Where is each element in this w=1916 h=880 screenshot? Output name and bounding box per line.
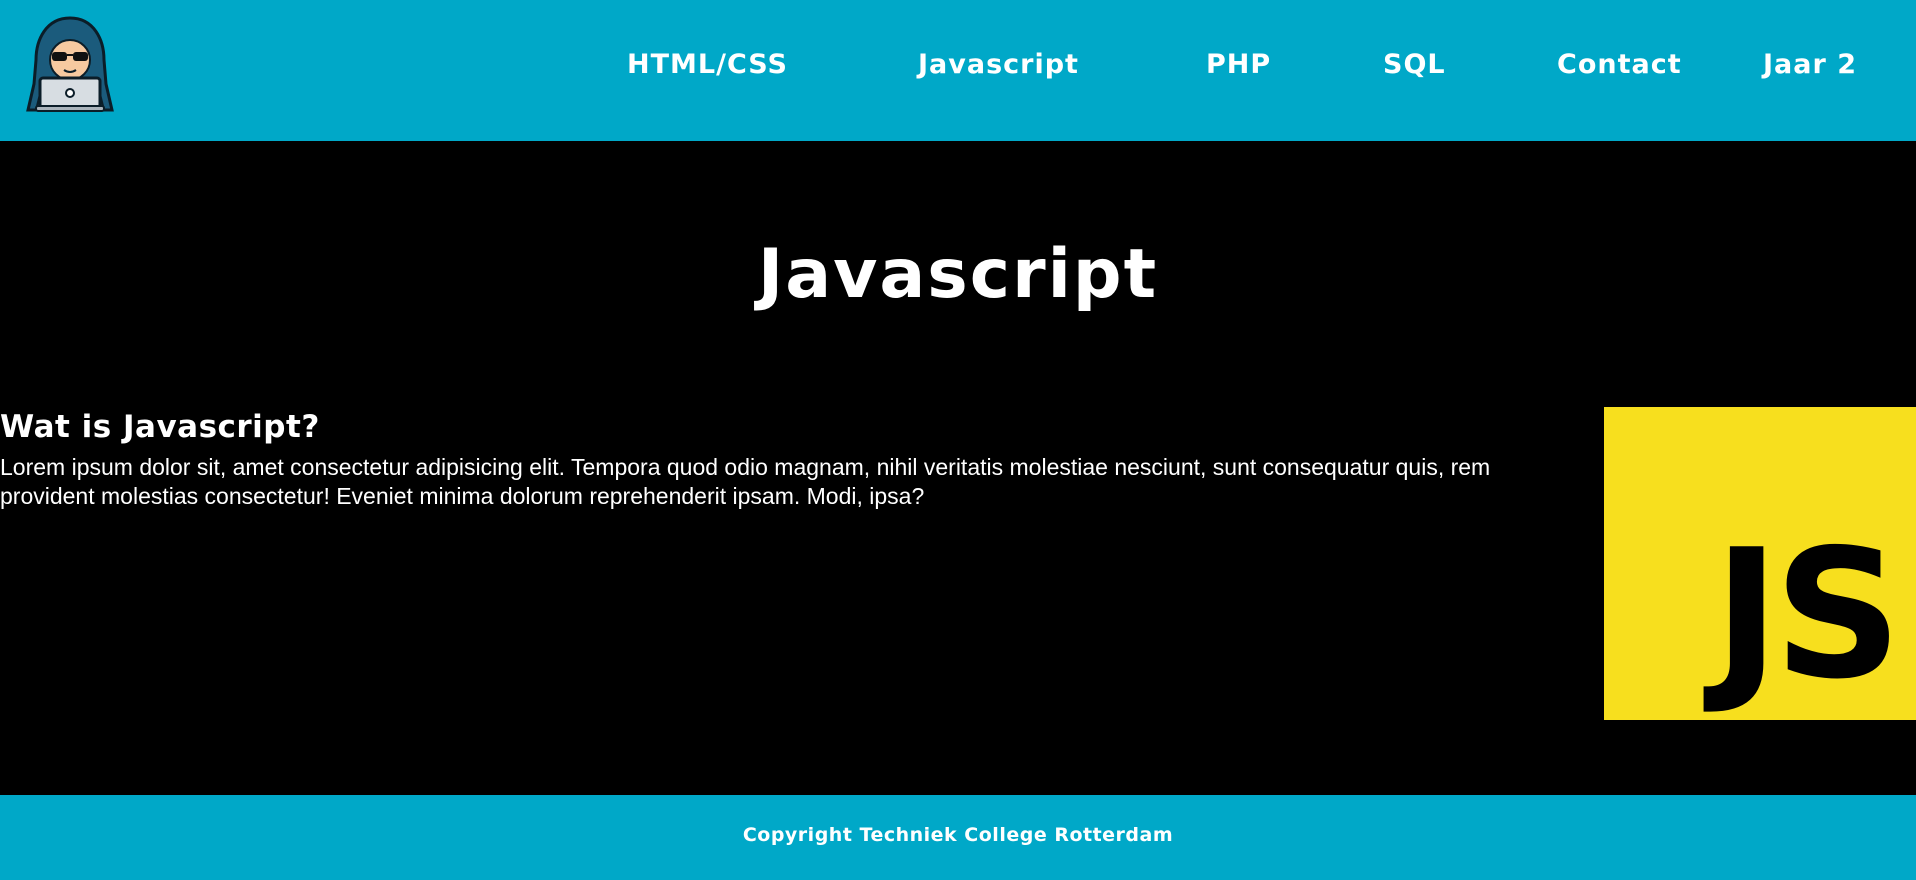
site-header: HTML/CSS Javascript PHP SQL Contact Jaar… — [0, 0, 1916, 141]
js-logo-label: JS — [1713, 511, 1902, 718]
nav-item-jaar-2[interactable]: Jaar 2 — [1763, 49, 1857, 80]
page-title: Javascript — [757, 235, 1159, 314]
section-paragraph: Lorem ipsum dolor sit, amet consectetur … — [0, 454, 1491, 509]
section-heading: Wat is Javascript? — [0, 409, 320, 445]
site-footer: Copyright Techniek College Rotterdam — [0, 795, 1916, 880]
javascript-logo-icon: JS — [1604, 407, 1916, 720]
nav-item-sql[interactable]: SQL — [1383, 49, 1446, 80]
copyright-text: Copyright Techniek College Rotterdam — [742, 824, 1174, 846]
main-nav: HTML/CSS Javascript PHP SQL Contact Jaar… — [0, 0, 1916, 141]
nav-item-contact[interactable]: Contact — [1557, 49, 1682, 80]
nav-item-html-css[interactable]: HTML/CSS — [627, 49, 788, 80]
main-content: Javascript Wat is Javascript? Lorem ipsu… — [0, 141, 1916, 795]
nav-item-php[interactable]: PHP — [1206, 49, 1271, 80]
nav-item-javascript[interactable]: Javascript — [918, 49, 1079, 80]
